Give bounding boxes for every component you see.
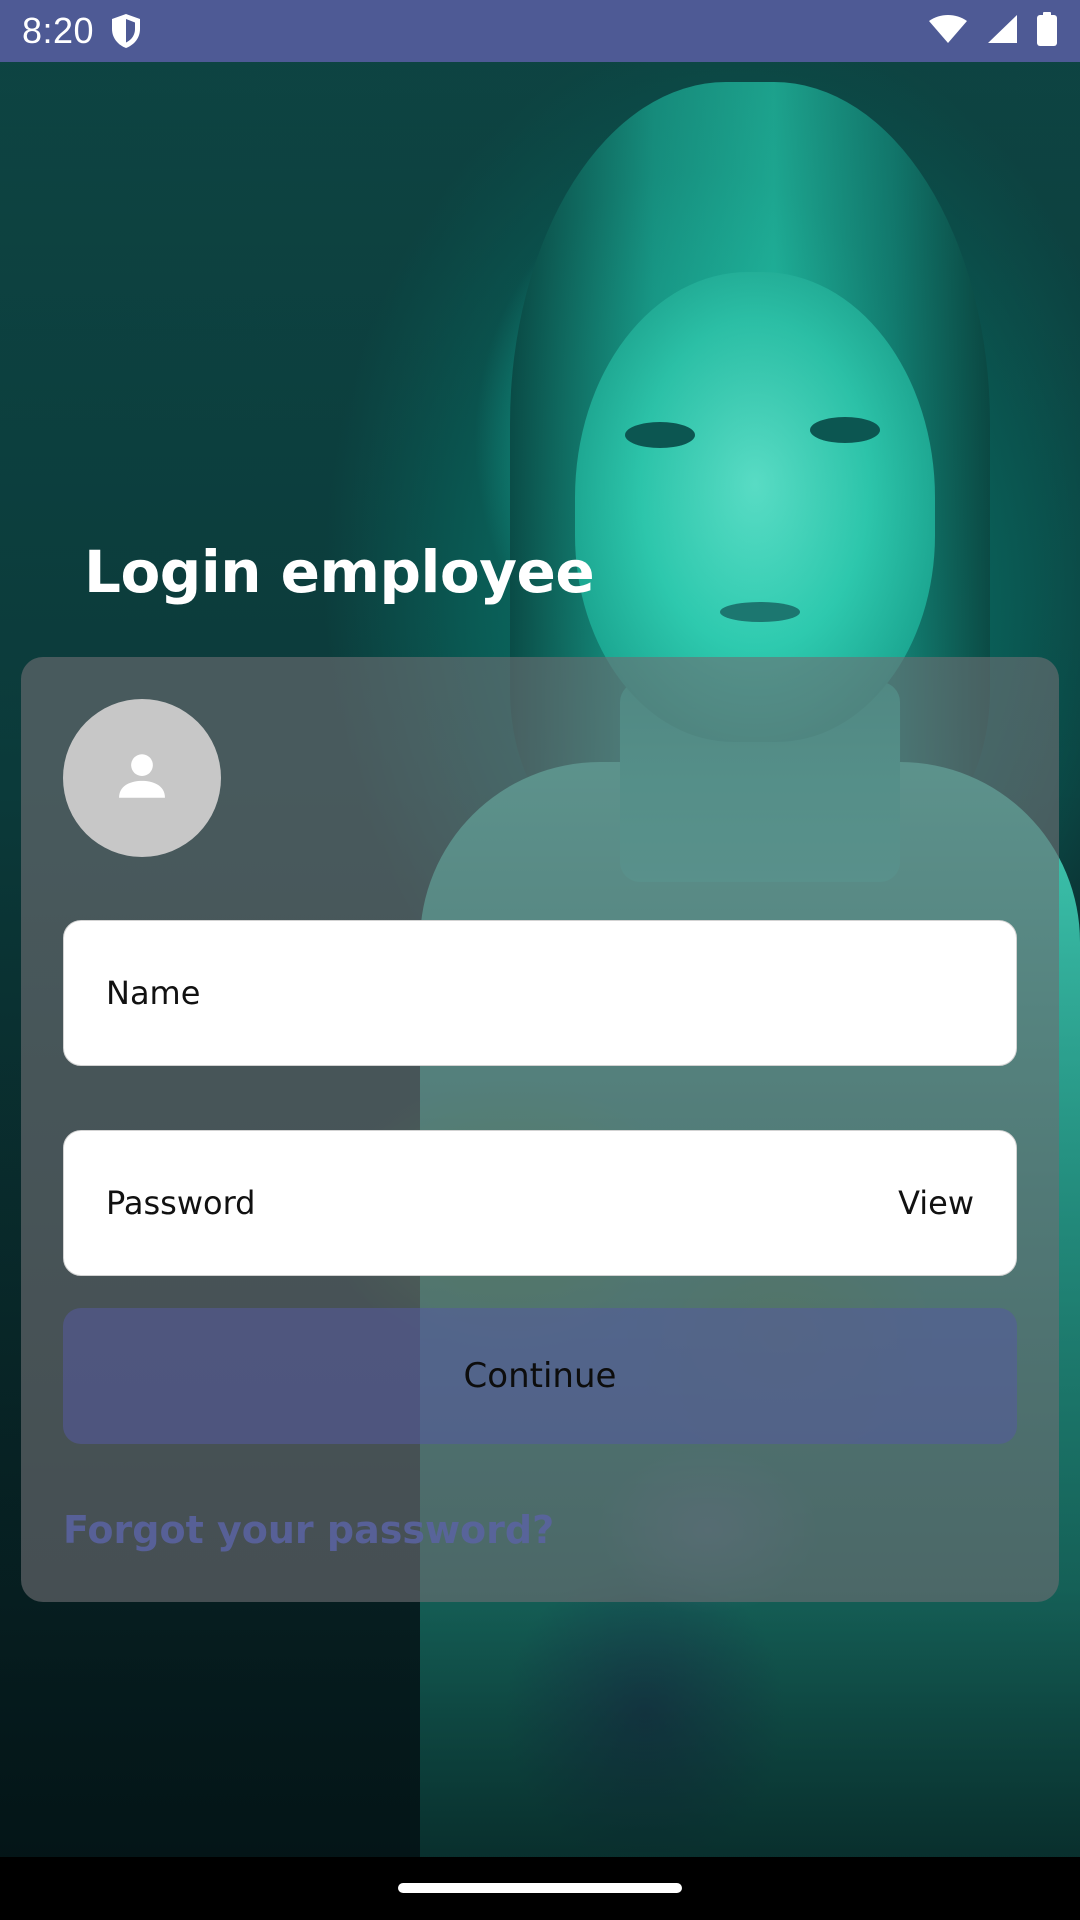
forgot-password-link[interactable]: Forgot your password? bbox=[63, 1508, 554, 1552]
page-title: Login employee bbox=[84, 538, 595, 606]
signal-icon bbox=[986, 14, 1018, 48]
wifi-icon bbox=[928, 14, 968, 48]
name-placeholder: Name bbox=[106, 974, 201, 1012]
status-time: 8:20 bbox=[22, 10, 95, 51]
continue-label: Continue bbox=[463, 1356, 617, 1396]
continue-button[interactable]: Continue bbox=[63, 1308, 1017, 1444]
person-icon bbox=[113, 747, 171, 809]
password-field[interactable]: Password View bbox=[63, 1130, 1017, 1276]
home-handle[interactable] bbox=[398, 1883, 682, 1893]
battery-icon bbox=[1036, 12, 1058, 50]
name-field[interactable]: Name bbox=[63, 920, 1017, 1066]
avatar[interactable] bbox=[63, 699, 221, 857]
status-bar: 8:20 bbox=[0, 0, 1080, 62]
status-icons bbox=[928, 12, 1058, 50]
password-placeholder: Password bbox=[106, 1184, 256, 1222]
shield-icon bbox=[110, 13, 142, 49]
view-password-button[interactable]: View bbox=[898, 1184, 974, 1222]
